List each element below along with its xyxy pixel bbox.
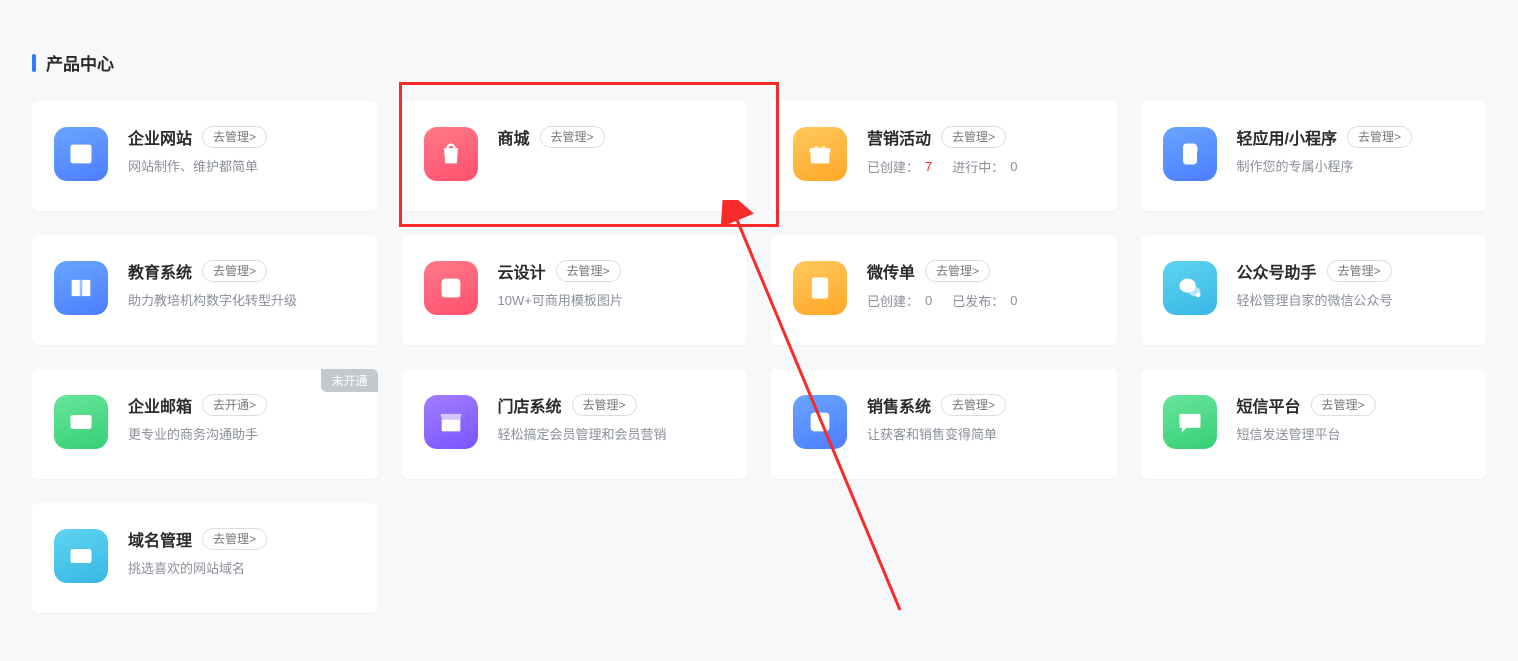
stat-created-value: 7 bbox=[925, 159, 932, 174]
shopping-bag-icon bbox=[424, 127, 478, 181]
manage-button[interactable]: 去管理> bbox=[1347, 126, 1412, 148]
manage-button[interactable]: 去管理> bbox=[540, 126, 605, 148]
stat-created-value: 0 bbox=[925, 293, 932, 308]
card-desc: 助力教培机构数字化转型升级 bbox=[128, 291, 356, 311]
card-stats: 已创建： 0 已发布： 0 bbox=[867, 291, 1095, 310]
card-store[interactable]: 门店系统 去管理> 轻松搞定会员管理和会员营销 bbox=[402, 369, 748, 479]
stat-published-value: 0 bbox=[1010, 293, 1017, 308]
card-desc: 挑选喜欢的网站域名 bbox=[128, 559, 356, 579]
card-cloud-design[interactable]: 云设计 去管理> 10W+可商用模板图片 bbox=[402, 235, 748, 345]
manage-button[interactable]: 去管理> bbox=[202, 528, 267, 550]
flyer-icon bbox=[793, 261, 847, 315]
card-title: 企业网站 bbox=[128, 125, 192, 149]
browser-window-icon bbox=[54, 127, 108, 181]
svg-text:W.=: W.= bbox=[74, 553, 89, 562]
product-grid: 企业网站 去管理> 网站制作、维护都简单 商城 去管理> bbox=[32, 101, 1486, 613]
image-icon bbox=[424, 261, 478, 315]
card-flyer[interactable]: 微传单 去管理> 已创建： 0 已发布： 0 bbox=[771, 235, 1117, 345]
card-desc: 网站制作、维护都简单 bbox=[128, 157, 356, 177]
stat-created-label: 已创建： bbox=[867, 291, 919, 310]
card-title: 企业邮箱 bbox=[128, 393, 192, 417]
envelope-icon bbox=[54, 395, 108, 449]
stat-running-value: 0 bbox=[1010, 159, 1017, 174]
card-domain[interactable]: W.= 域名管理 去管理> 挑选喜欢的网站域名 bbox=[32, 503, 378, 613]
miniapp-icon bbox=[1163, 127, 1217, 181]
card-title: 销售系统 bbox=[867, 393, 931, 417]
card-desc: 轻松搞定会员管理和会员营销 bbox=[498, 425, 726, 445]
gift-icon bbox=[793, 127, 847, 181]
manage-button[interactable]: 去管理> bbox=[572, 394, 637, 416]
card-desc: 更专业的商务沟通助手 bbox=[128, 425, 356, 445]
card-wechat-helper[interactable]: 公众号助手 去管理> 轻松管理自家的微信公众号 bbox=[1141, 235, 1487, 345]
card-title: 商城 bbox=[498, 125, 530, 149]
section-title: 产品中心 bbox=[32, 50, 1486, 75]
card-desc: 短信发送管理平台 bbox=[1237, 425, 1465, 445]
open-button[interactable]: 去开通> bbox=[202, 394, 267, 416]
manage-button[interactable]: 去管理> bbox=[202, 260, 267, 282]
card-desc: 10W+可商用模板图片 bbox=[498, 291, 726, 311]
card-desc: 轻松管理自家的微信公众号 bbox=[1237, 291, 1465, 311]
card-title: 云设计 bbox=[498, 259, 546, 283]
card-title: 公众号助手 bbox=[1237, 259, 1317, 283]
store-icon bbox=[424, 395, 478, 449]
stat-running-label: 进行中： bbox=[952, 157, 1004, 176]
domain-icon: W.= bbox=[54, 529, 108, 583]
manage-button[interactable]: 去管理> bbox=[941, 394, 1006, 416]
manage-button[interactable]: 去管理> bbox=[1311, 394, 1376, 416]
card-mall[interactable]: 商城 去管理> bbox=[402, 101, 748, 211]
card-title: 门店系统 bbox=[498, 393, 562, 417]
book-icon bbox=[54, 261, 108, 315]
card-miniapp[interactable]: 轻应用/小程序 去管理> 制作您的专属小程序 bbox=[1141, 101, 1487, 211]
card-sales[interactable]: 销售系统 去管理> 让获客和销售变得简单 bbox=[771, 369, 1117, 479]
manage-button[interactable]: 去管理> bbox=[556, 260, 621, 282]
card-desc: 让获客和销售变得简单 bbox=[867, 425, 1095, 445]
stat-published-label: 已发布： bbox=[952, 291, 1004, 310]
card-title: 轻应用/小程序 bbox=[1237, 125, 1337, 149]
card-desc: 制作您的专属小程序 bbox=[1237, 157, 1465, 177]
chat-bubble-icon bbox=[1163, 395, 1217, 449]
card-title: 短信平台 bbox=[1237, 393, 1301, 417]
list-icon bbox=[793, 395, 847, 449]
manage-button[interactable]: 去管理> bbox=[941, 126, 1006, 148]
manage-button[interactable]: 去管理> bbox=[1327, 260, 1392, 282]
stat-created-label: 已创建： bbox=[867, 157, 919, 176]
card-stats: 已创建： 7 进行中： 0 bbox=[867, 157, 1095, 176]
wechat-icon bbox=[1163, 261, 1217, 315]
section-title-text: 产品中心 bbox=[46, 50, 114, 75]
card-email[interactable]: 未开通 企业邮箱 去开通> 更专业的商务沟通助手 bbox=[32, 369, 378, 479]
manage-button[interactable]: 去管理> bbox=[202, 126, 267, 148]
not-opened-badge: 未开通 bbox=[321, 369, 377, 392]
card-title: 教育系统 bbox=[128, 259, 192, 283]
card-enterprise-site[interactable]: 企业网站 去管理> 网站制作、维护都简单 bbox=[32, 101, 378, 211]
card-title: 营销活动 bbox=[867, 125, 931, 149]
card-title: 域名管理 bbox=[128, 527, 192, 551]
card-sms[interactable]: 短信平台 去管理> 短信发送管理平台 bbox=[1141, 369, 1487, 479]
manage-button[interactable]: 去管理> bbox=[925, 260, 990, 282]
card-marketing[interactable]: 营销活动 去管理> 已创建： 7 进行中： 0 bbox=[771, 101, 1117, 211]
card-title: 微传单 bbox=[867, 259, 915, 283]
card-edu[interactable]: 教育系统 去管理> 助力教培机构数字化转型升级 bbox=[32, 235, 378, 345]
